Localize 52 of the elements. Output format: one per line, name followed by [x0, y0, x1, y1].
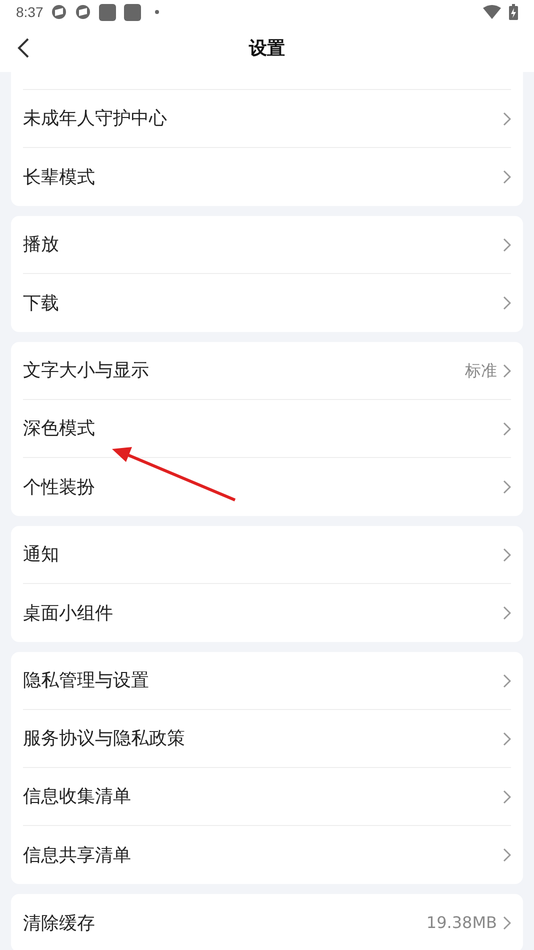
row-label: 通知 — [23, 543, 60, 567]
back-icon[interactable] — [16, 37, 30, 59]
settings-row[interactable]: 通知 — [23, 526, 511, 584]
settings-row[interactable]: 清除缓存 19.38MB — [23, 894, 511, 950]
row-label: 文字大小与显示 — [23, 359, 150, 383]
row-label: 隐私管理与设置 — [23, 669, 150, 693]
aperture-icon — [51, 4, 68, 20]
chevron-icon — [503, 364, 511, 378]
square-icon — [124, 4, 142, 20]
row-label: 桌面小组件 — [23, 602, 114, 626]
chevron-icon — [503, 480, 511, 494]
settings-row[interactable]: 播放 — [23, 216, 511, 274]
row-label: 长辈模式 — [23, 166, 96, 190]
row-label: 服务协议与隐私政策 — [23, 727, 186, 751]
chevron-icon — [503, 170, 511, 184]
chevron-icon — [503, 112, 511, 126]
row-label: 下载 — [23, 292, 60, 316]
chevron-icon — [503, 732, 511, 746]
settings-row[interactable]: 个性装扮 — [23, 458, 511, 516]
settings-row[interactable]: 未成年人守护中心 — [23, 90, 511, 148]
chevron-icon — [503, 296, 511, 310]
status-time: 8:37 — [16, 2, 44, 22]
wifi-icon — [483, 5, 501, 19]
square-icon — [99, 4, 116, 20]
settings-row[interactable]: 文字大小与显示 标准 — [23, 342, 511, 400]
settings-row[interactable]: 桌面小组件 — [23, 584, 511, 642]
settings-row[interactable]: 下载 — [23, 274, 511, 332]
settings-row[interactable]: 信息共享清单 — [23, 826, 511, 884]
row-label: 信息共享清单 — [23, 844, 132, 868]
chevron-icon — [503, 674, 511, 688]
settings-row[interactable]: 服务协议与隐私政策 — [23, 710, 511, 768]
row-label: 清除缓存 — [23, 912, 96, 936]
settings-row[interactable]: 长辈模式 — [23, 148, 511, 206]
row-label: 播放 — [23, 233, 60, 257]
aperture-icon — [75, 4, 92, 20]
row-label: 个性装扮 — [23, 476, 96, 500]
chevron-icon — [503, 790, 511, 804]
row-label: 未成年人守护中心 — [23, 107, 168, 131]
chevron-icon — [503, 548, 511, 562]
page-title: 设置 — [249, 36, 285, 60]
row-value: 19.38MB — [426, 912, 497, 934]
row-label: 信息收集清单 — [23, 785, 132, 809]
row-label: 深色模式 — [23, 417, 96, 441]
chevron-icon — [503, 606, 511, 620]
settings-row[interactable]: 信息收集清单 — [23, 768, 511, 826]
chevron-icon — [503, 848, 511, 862]
chevron-icon — [503, 238, 511, 252]
chevron-icon — [503, 916, 511, 930]
chevron-icon — [503, 422, 511, 436]
row-value: 标准 — [465, 360, 497, 382]
settings-row[interactable]: 隐私管理与设置 — [23, 652, 511, 710]
battery-icon — [509, 4, 518, 20]
